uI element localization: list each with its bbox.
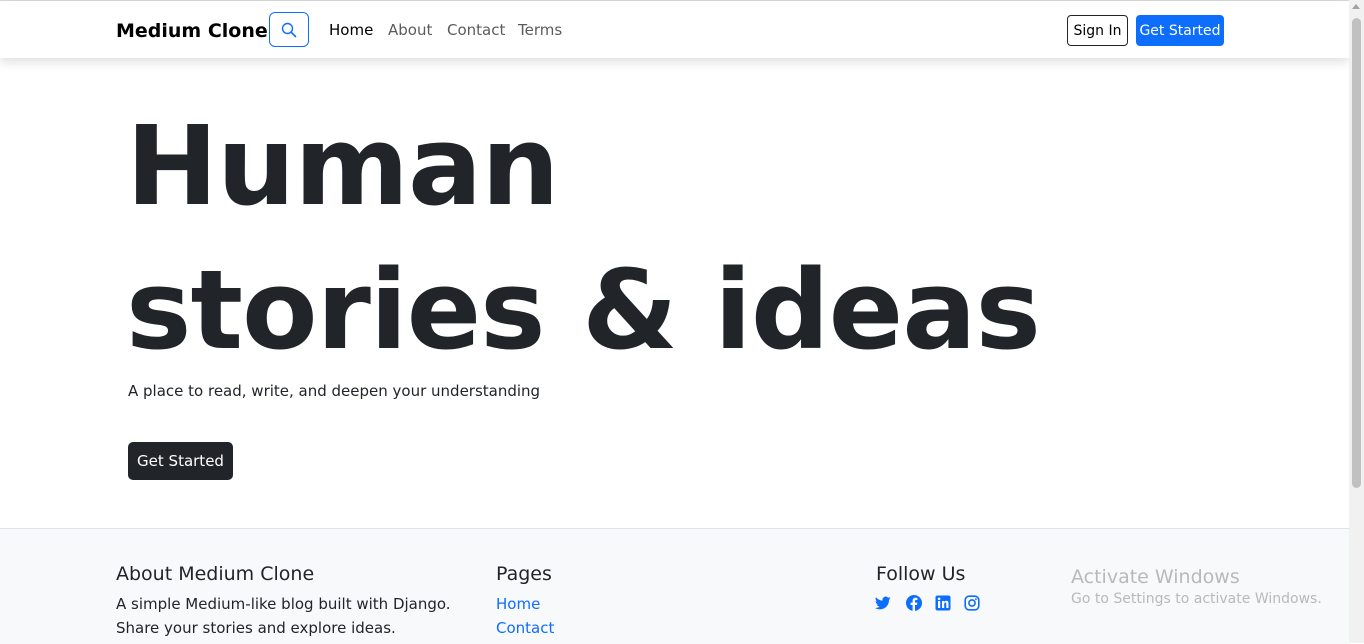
nav-link-contact[interactable]: Contact xyxy=(447,21,505,40)
linkedin-icon[interactable] xyxy=(935,595,951,611)
twitter-icon[interactable] xyxy=(875,595,891,611)
instagram-icon[interactable] xyxy=(964,595,980,611)
search-button[interactable] xyxy=(269,12,309,47)
footer-link-contact[interactable]: Contact xyxy=(496,616,554,640)
activate-windows-subtitle: Go to Settings to activate Windows. xyxy=(1071,591,1322,607)
footer-about-title: About Medium Clone xyxy=(116,563,315,585)
hero-title-line1: Human xyxy=(126,102,560,230)
hero-title-line2: stories & ideas xyxy=(126,246,1041,374)
vertical-scrollbar[interactable] xyxy=(1349,0,1364,643)
footer-about-line2: Share your stories and explore ideas. xyxy=(116,619,396,637)
scroll-up-arrow-icon[interactable] xyxy=(1352,4,1360,9)
facebook-icon[interactable] xyxy=(906,595,922,611)
footer-link-home[interactable]: Home xyxy=(496,592,540,616)
scrollbar-thumb[interactable] xyxy=(1352,18,1361,488)
hero-get-started-button[interactable]: Get Started xyxy=(128,442,233,480)
sign-in-button[interactable]: Sign In xyxy=(1067,15,1128,46)
footer-pages-title: Pages xyxy=(496,563,552,585)
hero-subtitle: A place to read, write, and deepen your … xyxy=(128,382,541,400)
navbar: Medium Clone Home About Contact Terms Si… xyxy=(0,1,1349,58)
nav-link-about[interactable]: About xyxy=(388,21,432,40)
search-icon xyxy=(281,22,297,37)
nav-get-started-button[interactable]: Get Started xyxy=(1136,15,1224,46)
nav-link-home[interactable]: Home xyxy=(329,21,373,40)
hero-title: Human stories & ideas xyxy=(126,94,1041,382)
footer-about-line1: A simple Medium-like blog built with Dja… xyxy=(116,595,451,613)
activate-windows-title: Activate Windows xyxy=(1071,566,1240,588)
brand-logo[interactable]: Medium Clone xyxy=(116,20,268,42)
nav-link-terms[interactable]: Terms xyxy=(518,21,562,40)
footer-follow-title: Follow Us xyxy=(876,563,966,585)
